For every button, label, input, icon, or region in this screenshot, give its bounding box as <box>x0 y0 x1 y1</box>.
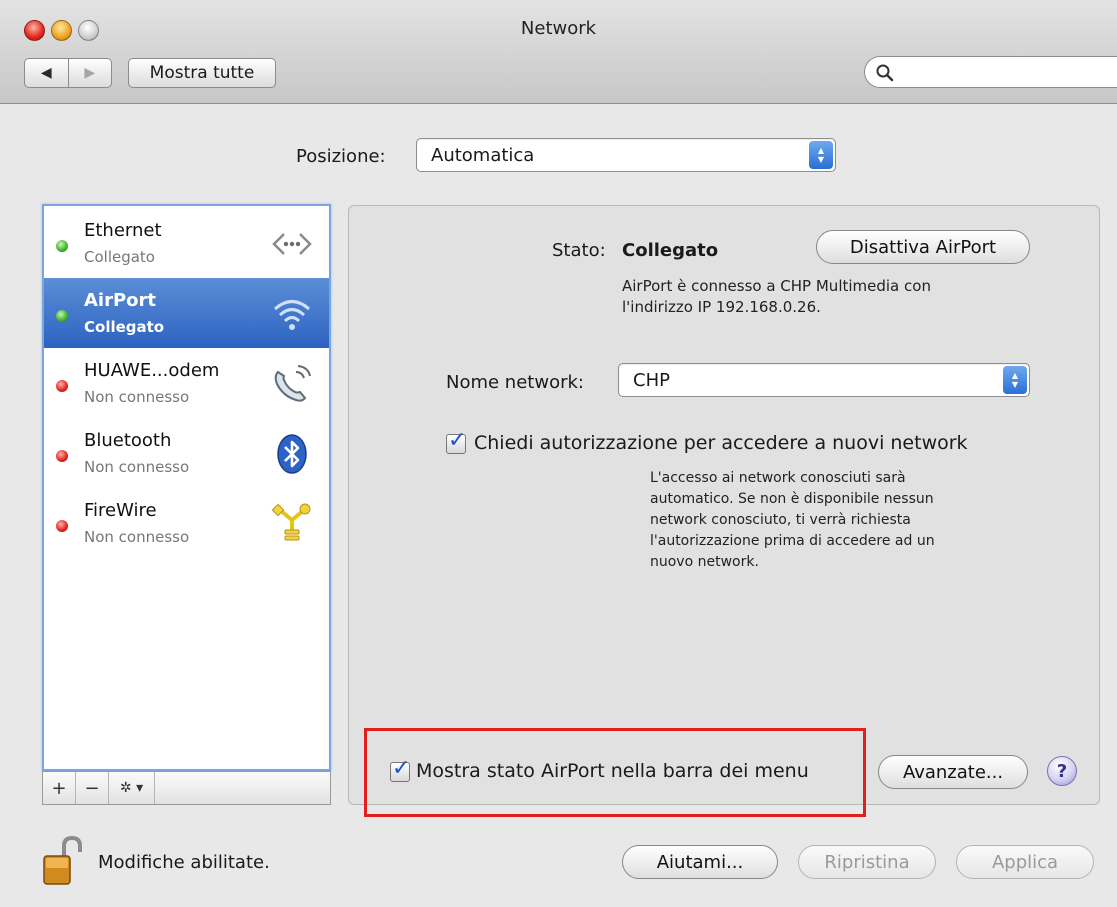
search-icon <box>876 64 894 82</box>
ask-join-note-line-4: l'autorizzazione prima di accedere ad un <box>650 533 935 549</box>
service-name: Ethernet <box>84 220 162 241</box>
status-dot <box>56 310 68 322</box>
airport-wifi-icon <box>274 300 310 330</box>
title-bar: Network ◀ ▶ Mostra tutte <box>0 0 1117 104</box>
status-description-line-2: l'indirizzo IP 192.168.0.26. <box>622 298 821 316</box>
ask-join-note-line-5: nuovo network. <box>650 554 759 570</box>
network-name-value: CHP <box>633 370 670 391</box>
revert-button[interactable]: Ripristina <box>798 845 936 879</box>
forward-button[interactable]: ▶ <box>67 59 112 87</box>
location-value: Automatica <box>431 145 535 166</box>
service-item-firewire[interactable]: FireWire Non connesso <box>44 488 329 558</box>
service-item-airport[interactable]: AirPort Collegato <box>44 278 329 348</box>
popup-arrows-icon: ▲ ▼ <box>1003 366 1027 394</box>
status-label: Stato: <box>552 240 606 261</box>
window-title: Network <box>520 18 597 39</box>
show-all-button[interactable]: Mostra tutte <box>128 58 276 88</box>
service-list-toolbar: + − ✲ ▾ <box>42 771 331 805</box>
assist-me-button[interactable]: Aiutami... <box>622 845 778 879</box>
back-button[interactable]: ◀ <box>25 59 68 87</box>
service-item-ethernet[interactable]: Ethernet Collegato <box>44 208 329 278</box>
help-button[interactable]: ? <box>1047 756 1077 786</box>
lock-status-label: Modifiche abilitate. <box>98 852 270 873</box>
advanced-button[interactable]: Avanzate... <box>878 755 1028 789</box>
ethernet-icon <box>272 233 312 255</box>
location-label: Posizione: <box>296 146 386 167</box>
status-dot <box>56 380 68 392</box>
status-description-line-1: AirPort è connesso a CHP Multimedia con <box>622 277 931 295</box>
service-status: Non connesso <box>84 388 190 406</box>
back-forward-control: ◀ ▶ <box>24 58 112 88</box>
network-service-list[interactable]: Ethernet Collegato AirPort Collegato HUA… <box>42 204 331 771</box>
lock-open-icon[interactable] <box>42 836 86 886</box>
service-name: AirPort <box>84 290 157 311</box>
ask-join-note-line-2: automatico. Se non è disponibile nessun <box>650 491 934 507</box>
service-status: Collegato <box>84 248 155 266</box>
status-dot <box>56 520 68 532</box>
service-status: Non connesso <box>84 458 190 476</box>
turn-off-airport-button[interactable]: Disattiva AirPort <box>816 230 1030 264</box>
ask-join-label[interactable]: Chiedi autorizzazione per accedere a nuo… <box>474 432 968 454</box>
status-dot <box>56 450 68 462</box>
ask-join-note-line-1: L'accesso ai network conosciuti sarà <box>650 470 906 486</box>
firewire-icon <box>271 503 311 541</box>
network-name-popup[interactable]: CHP ▲ ▼ <box>618 363 1030 397</box>
ask-join-note-line-3: network conosciuto, ti verrà richiesta <box>650 512 911 528</box>
bluetooth-icon <box>277 434 307 474</box>
service-status: Non connesso <box>84 528 190 546</box>
service-name: HUAWE...odem <box>84 360 220 381</box>
remove-service-button[interactable]: − <box>76 772 109 804</box>
phone-modem-icon <box>274 365 311 402</box>
search-field[interactable] <box>864 56 1117 88</box>
popup-arrows-icon: ▲ ▼ <box>809 141 833 169</box>
annotation-highlight-box <box>364 728 866 817</box>
status-dot <box>56 240 68 252</box>
location-popup[interactable]: Automatica ▲ ▼ <box>416 138 836 172</box>
service-item-bluetooth[interactable]: Bluetooth Non connesso <box>44 418 329 488</box>
network-preferences-window: Network ◀ ▶ Mostra tutte Posizione: Auto… <box>0 0 1117 907</box>
network-name-label: Nome network: <box>446 372 584 393</box>
add-service-button[interactable]: + <box>43 772 76 804</box>
ask-join-checkbox[interactable]: ✓ <box>446 428 466 454</box>
gear-action-menu-button[interactable]: ✲ ▾ <box>109 772 155 804</box>
service-item-huawei-modem[interactable]: HUAWE...odem Non connesso <box>44 348 329 418</box>
service-name: FireWire <box>84 500 157 521</box>
checkmark-icon: ✓ <box>448 428 467 453</box>
service-name: Bluetooth <box>84 430 172 451</box>
apply-button[interactable]: Applica <box>956 845 1094 879</box>
status-value: Collegato <box>622 240 719 261</box>
service-status: Collegato <box>84 318 165 336</box>
